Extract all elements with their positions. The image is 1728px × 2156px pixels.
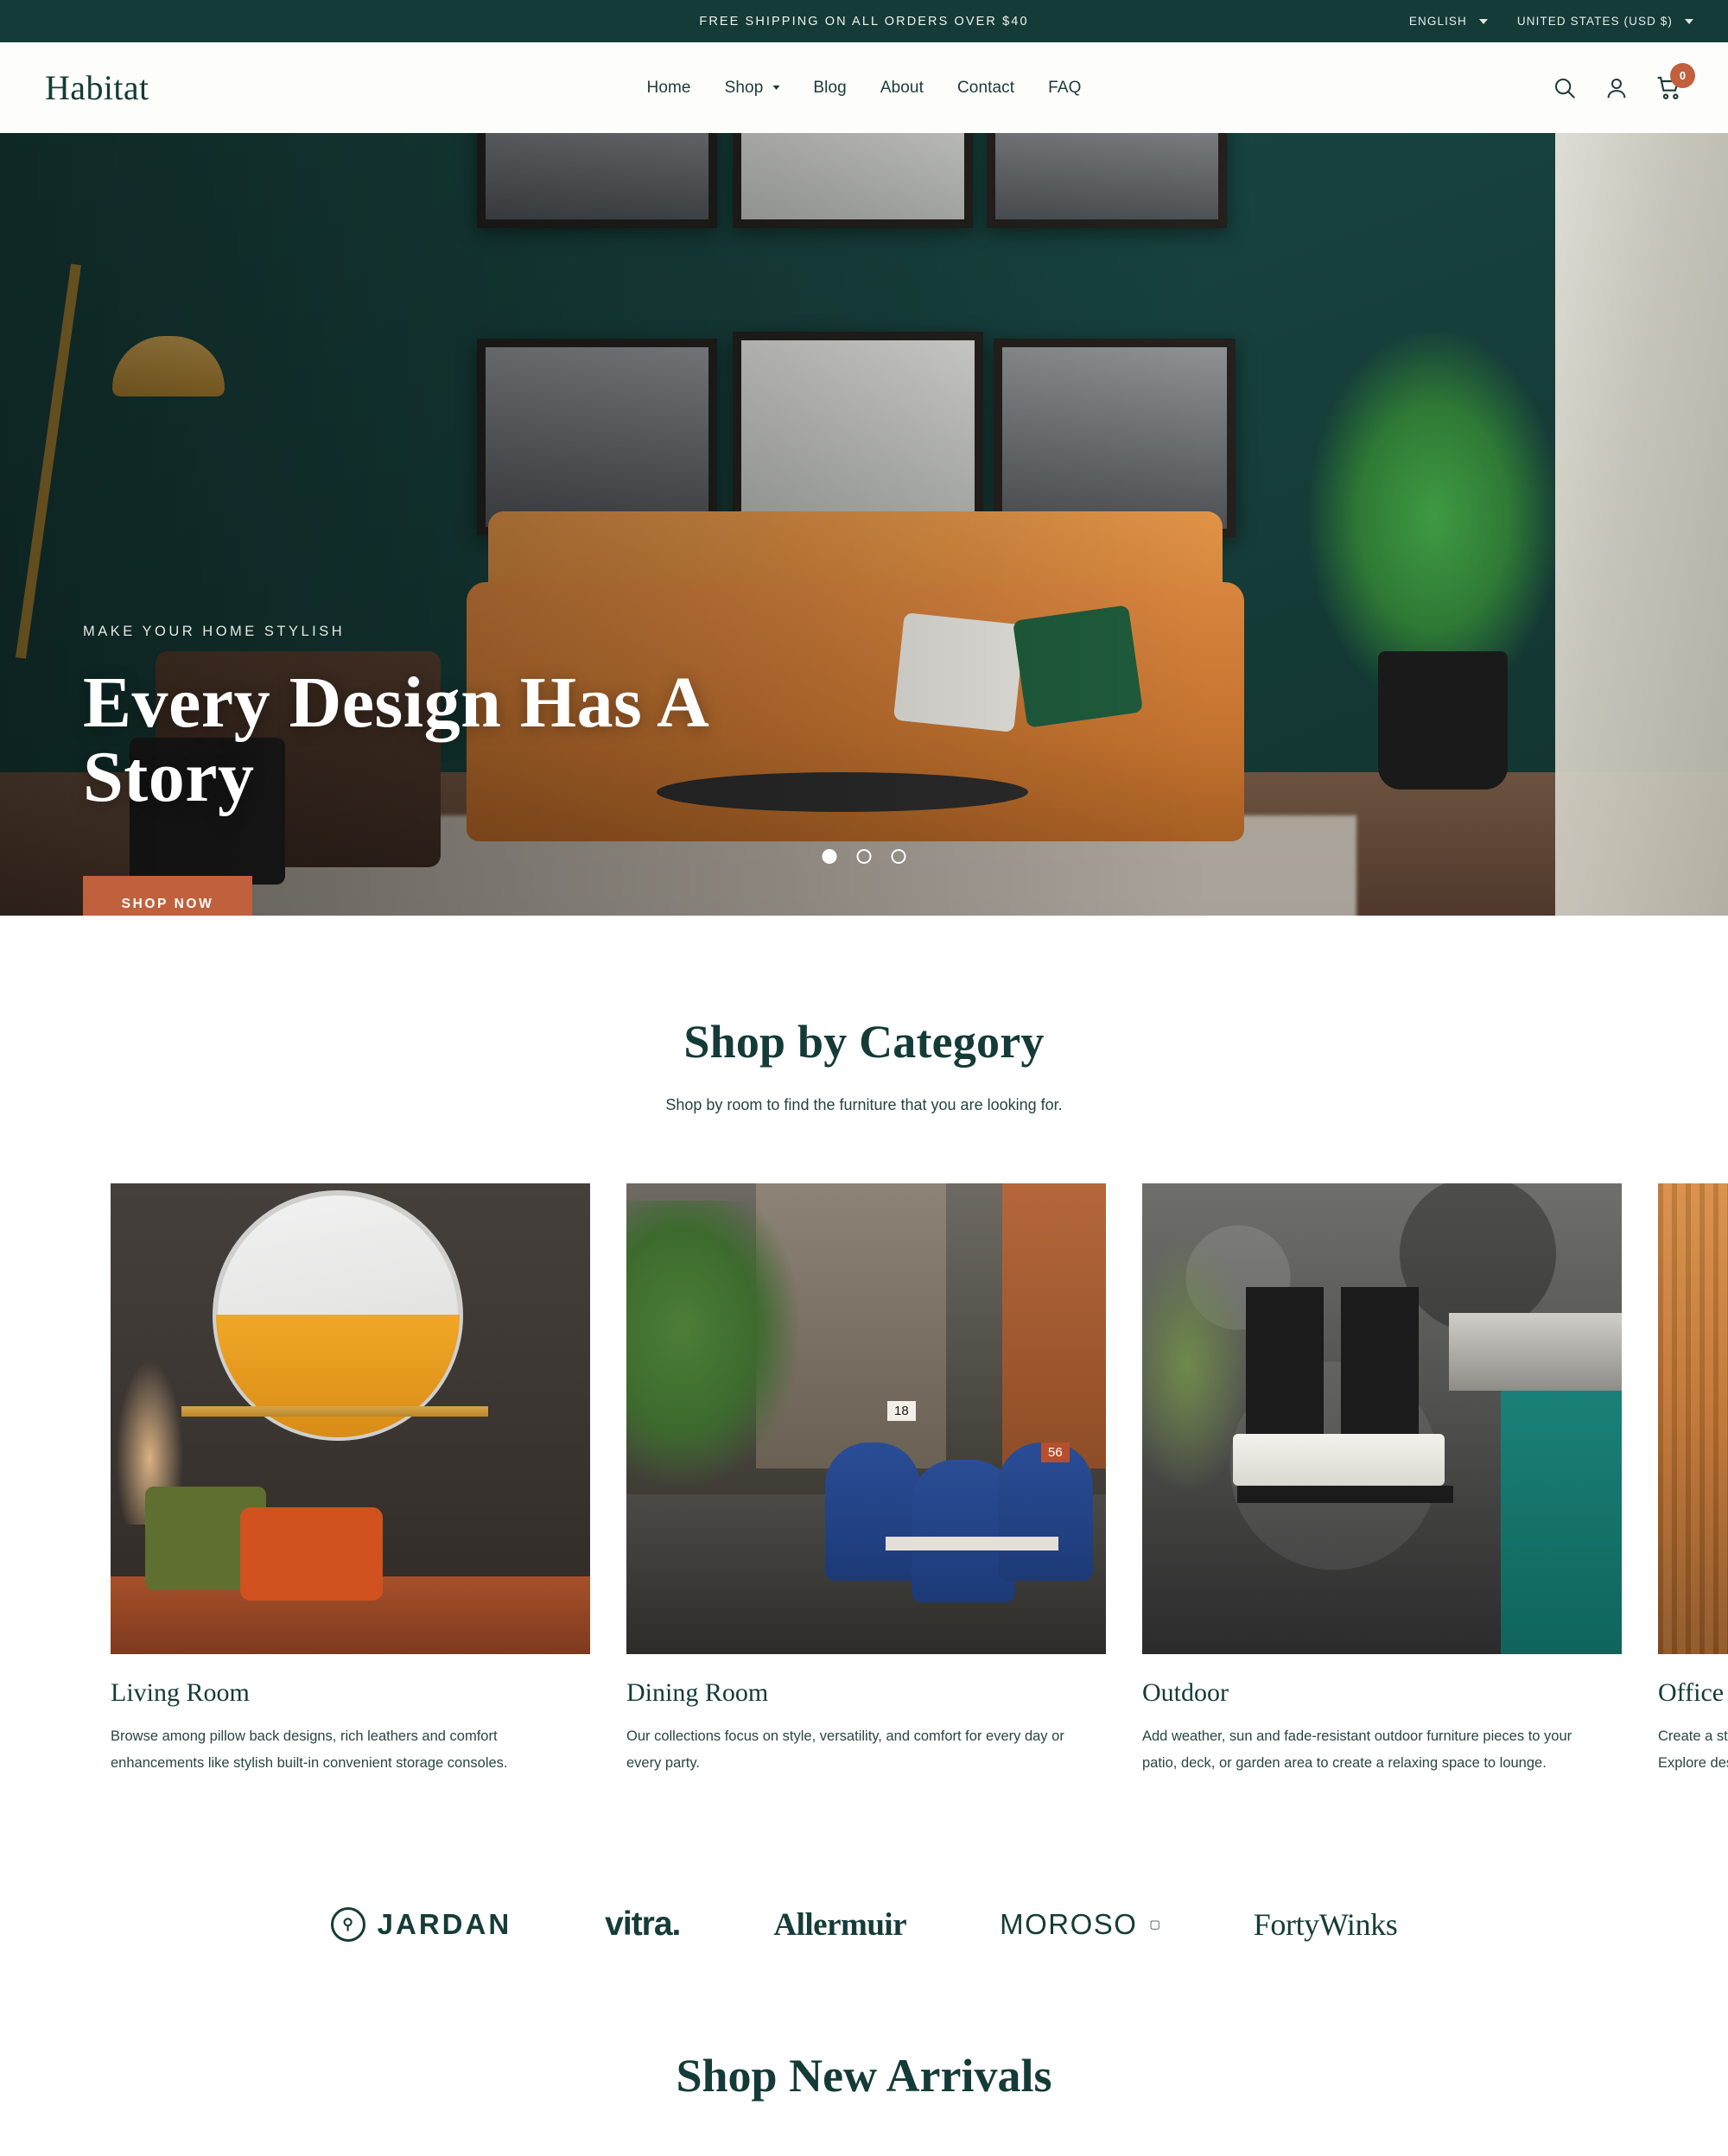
search-icon bbox=[1555, 78, 1575, 98]
nav-item-contact[interactable]: Contact bbox=[957, 79, 1014, 98]
jardan-monogram-icon: ⚲ bbox=[330, 1907, 365, 1943]
hero-content: MAKE YOUR HOME STYLISH Every Design Has … bbox=[83, 624, 766, 916]
cart-count-badge: 0 bbox=[1670, 62, 1695, 88]
trademark-icon: ▢ bbox=[1149, 1918, 1160, 1931]
category-image-outdoor bbox=[1142, 1183, 1622, 1654]
carousel-dot-1[interactable] bbox=[822, 849, 837, 864]
carousel-dots bbox=[822, 849, 906, 864]
brand-name: MOROSO bbox=[1000, 1908, 1138, 1941]
category-card-living-room[interactable]: Living Room Browse among pillow back des… bbox=[111, 1183, 590, 1776]
category-name: Outdoor bbox=[1142, 1678, 1229, 1707]
hero-eyebrow: MAKE YOUR HOME STYLISH bbox=[83, 624, 346, 639]
brand-name: vitra. bbox=[605, 1906, 681, 1944]
account-button[interactable] bbox=[1604, 75, 1630, 101]
new-arrivals-title: Shop New Arrivals bbox=[676, 2050, 1052, 2102]
category-image-dining-room: 18 56 bbox=[626, 1183, 1106, 1654]
shop-by-category-section: Shop by Category Shop by room to find th… bbox=[0, 916, 1728, 1777]
category-card-office[interactable]: Office Create a stylish home office with… bbox=[1658, 1183, 1728, 1776]
nav-label: About bbox=[880, 78, 924, 97]
site-logo[interactable]: Habitat bbox=[45, 67, 149, 108]
cart-button[interactable]: 0 bbox=[1655, 62, 1695, 102]
country-label: UNITED STATES (USD $) bbox=[1516, 15, 1673, 28]
nav-label: Contact bbox=[956, 78, 1015, 97]
category-description: Create a stylish home office with ergono… bbox=[1658, 1728, 1728, 1771]
category-description: Our collections focus on style, versatil… bbox=[626, 1728, 1064, 1771]
brand-logo-strip: ⚲ JARDAN vitra. Allermuir MOROSO ▢ Forty… bbox=[0, 1871, 1728, 1944]
nav-label: FAQ bbox=[1048, 78, 1082, 97]
nav-item-about[interactable]: About bbox=[880, 79, 924, 98]
nav-item-faq[interactable]: FAQ bbox=[1048, 79, 1081, 98]
brand-logo-moroso[interactable]: MOROSO ▢ bbox=[1000, 1908, 1160, 1941]
chevron-down-icon bbox=[1478, 18, 1488, 24]
category-card-dining-room[interactable]: 18 56 Dining Room Our collections focus … bbox=[626, 1183, 1106, 1776]
language-label: ENGLISH bbox=[1408, 15, 1467, 28]
chevron-down-icon bbox=[1685, 18, 1693, 24]
category-card-outdoor[interactable]: Outdoor Add weather, sun and fade-resist… bbox=[1142, 1183, 1622, 1776]
category-description: Add weather, sun and fade-resistant outd… bbox=[1142, 1728, 1572, 1771]
brand-name: JARDAN bbox=[377, 1908, 512, 1941]
main-navigation: Home Shop Blog About Contact FAQ bbox=[647, 79, 1082, 98]
site-header: Habitat Home Shop Blog About Contact FAQ bbox=[0, 42, 1728, 133]
table-number-18: 18 bbox=[887, 1401, 916, 1421]
chevron-down-icon bbox=[772, 86, 780, 90]
category-name: Dining Room bbox=[626, 1678, 769, 1707]
hero-title: Every Design Has A Story bbox=[83, 663, 706, 817]
brand-logo-jardan[interactable]: ⚲ JARDAN bbox=[330, 1907, 512, 1943]
nav-item-blog[interactable]: Blog bbox=[813, 79, 846, 98]
category-name: Living Room bbox=[111, 1678, 250, 1707]
category-image-office bbox=[1658, 1183, 1728, 1654]
brand-name: FortyWinks bbox=[1253, 1907, 1398, 1943]
category-description: Browse among pillow back designs, rich l… bbox=[111, 1728, 508, 1771]
section-subtitle: Shop by room to find the furniture that … bbox=[665, 1096, 1063, 1113]
announcement-bar: FREE SHIPPING ON ALL ORDERS OVER $40 ENG… bbox=[0, 0, 1728, 42]
locale-controls: ENGLISH UNITED STATES (USD $) bbox=[1409, 15, 1702, 28]
nav-label: Shop bbox=[724, 78, 764, 97]
nav-label: Blog bbox=[813, 78, 847, 97]
category-name: Office bbox=[1658, 1678, 1725, 1707]
country-currency-selector[interactable]: UNITED STATES (USD $) bbox=[1517, 15, 1693, 28]
nav-label: Home bbox=[646, 78, 691, 97]
carousel-dot-3[interactable] bbox=[891, 849, 906, 864]
user-icon bbox=[1607, 78, 1626, 98]
category-image-living-room bbox=[111, 1183, 590, 1654]
language-selector[interactable]: ENGLISH bbox=[1409, 15, 1488, 28]
brand-logo-allermuir[interactable]: Allermuir bbox=[773, 1906, 906, 1944]
brand-logo-fortywinks[interactable]: FortyWinks bbox=[1254, 1906, 1398, 1943]
nav-item-shop[interactable]: Shop bbox=[725, 79, 780, 98]
brand-name: Allermuir bbox=[773, 1906, 907, 1943]
search-button[interactable] bbox=[1552, 75, 1578, 101]
carousel-dot-2[interactable] bbox=[856, 849, 872, 864]
section-title: Shop by Category bbox=[683, 1016, 1045, 1068]
new-arrivals-section: Shop New Arrivals bbox=[0, 2049, 1728, 2102]
hero-carousel: MAKE YOUR HOME STYLISH Every Design Has … bbox=[0, 133, 1728, 916]
category-card-row[interactable]: Living Room Browse among pillow back des… bbox=[0, 1183, 1728, 1776]
shop-now-button[interactable]: SHOP NOW bbox=[83, 876, 252, 916]
table-number-56: 56 bbox=[1041, 1443, 1070, 1462]
nav-item-home[interactable]: Home bbox=[647, 79, 691, 98]
brand-logo-vitra[interactable]: vitra. bbox=[605, 1906, 681, 1944]
header-actions: 0 bbox=[1552, 62, 1695, 102]
